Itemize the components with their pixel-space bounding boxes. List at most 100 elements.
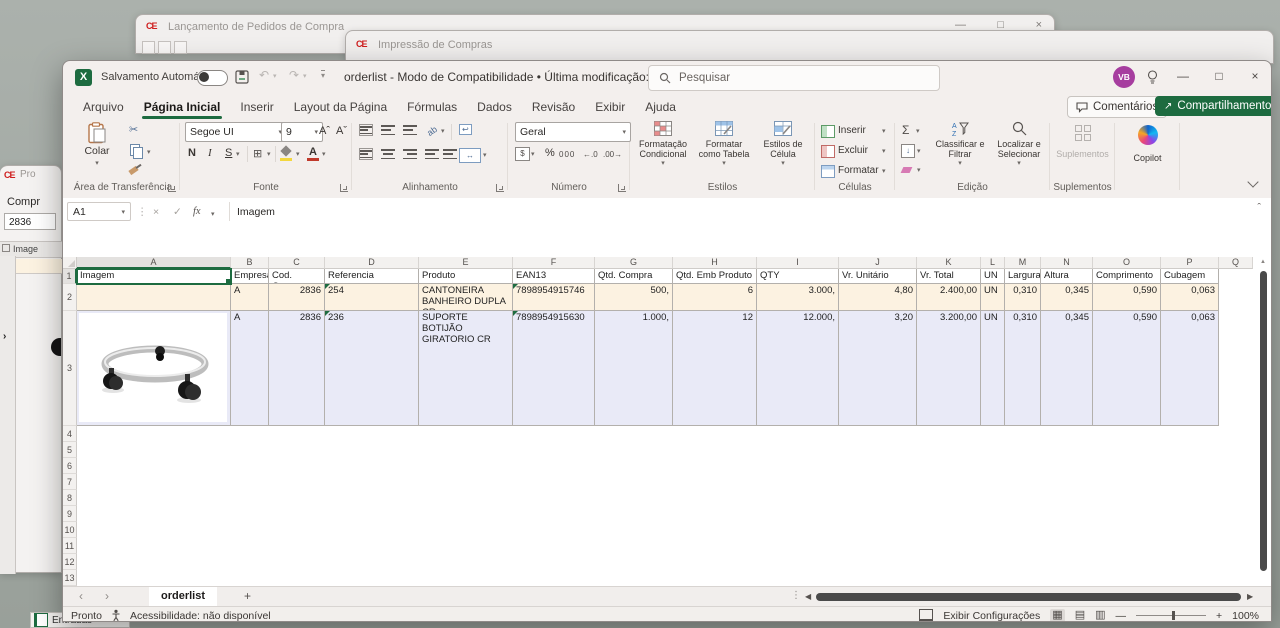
cell-C1[interactable]: Cod. Compra [269, 269, 325, 284]
cell-O1[interactable]: Comprimento [1093, 269, 1161, 284]
copy-icon[interactable] [130, 144, 140, 156]
copy-dropdown-icon[interactable]: ▾ [147, 148, 151, 156]
merge-center-icon[interactable]: ↔ [459, 148, 481, 163]
insert-button[interactable]: Inserir [838, 125, 866, 136]
autosave-toggle[interactable] [197, 70, 228, 86]
align-center-icon[interactable] [381, 148, 395, 160]
addins-button[interactable]: Suplementos [1053, 121, 1112, 179]
column-header-K[interactable]: K [917, 257, 981, 269]
cell-O2[interactable]: 0,590 [1093, 284, 1161, 311]
share-button[interactable]: ↗ Compartilhamento ▾ [1155, 96, 1272, 116]
cell-D2[interactable]: 254 [325, 284, 419, 311]
accessibility-icon[interactable] [110, 609, 122, 622]
row-header-7[interactable]: 7 [63, 474, 77, 490]
zoom-level[interactable]: 100% [1232, 610, 1259, 622]
cut-icon[interactable]: ✂ [129, 123, 138, 136]
window-produtos-partial[interactable]: CE Pro Compr 2836 Image › [0, 165, 62, 573]
product-image[interactable] [79, 313, 227, 422]
toolbar-button[interactable] [174, 41, 187, 54]
italic-button[interactable]: I [208, 147, 212, 159]
undo-icon[interactable]: ↶ [259, 68, 269, 82]
find-select-button[interactable]: Localizar e Selecionar ▾ [992, 121, 1046, 179]
qat-more-icon[interactable]: ▾ [321, 70, 325, 80]
next-sheet-icon[interactable]: › [105, 589, 109, 603]
align-left-icon[interactable] [359, 148, 373, 160]
cell-E3[interactable]: SUPORTE BOTIJÃO GIRATORIO CR [419, 311, 513, 426]
toolbar-button[interactable] [142, 41, 155, 54]
fx-icon[interactable]: fx [193, 206, 201, 217]
row-header-6[interactable]: 6 [63, 458, 77, 474]
underline-dropdown-icon[interactable]: ▾ [236, 150, 240, 158]
row-header-10[interactable]: 10 [63, 522, 77, 538]
increase-decimal-icon[interactable]: ←.0 [583, 150, 598, 159]
cell-I3[interactable]: 12.000, [757, 311, 839, 426]
clear-icon[interactable] [901, 167, 913, 173]
cell-A1[interactable]: Imagem [77, 269, 231, 284]
tab-fórmulas[interactable]: Fórmulas [397, 96, 467, 118]
row-header-5[interactable]: 5 [63, 442, 77, 458]
cell-I2[interactable]: 3.000, [757, 284, 839, 311]
fill-icon[interactable]: ↓ [901, 144, 915, 158]
fill-dropdown-icon[interactable]: ▾ [917, 147, 921, 155]
tab-arquivo[interactable]: Arquivo [73, 96, 134, 118]
row-header-11[interactable]: 11 [63, 538, 77, 554]
formula-input[interactable]: Imagem [237, 206, 275, 218]
cell-styles-button[interactable]: Estilos de Célula ▾ [755, 121, 811, 179]
cell-J2[interactable]: 4,80 [839, 284, 917, 311]
wrap-text-icon[interactable]: ↩ [459, 124, 472, 135]
cell-P2[interactable]: 0,063 [1161, 284, 1219, 311]
window-impressao-compras[interactable]: CE Impressão de Compras [345, 30, 1274, 64]
cell-I1[interactable]: QTY [757, 269, 839, 284]
merge-dropdown-icon[interactable]: ▾ [483, 151, 487, 159]
tab-inserir[interactable]: Inserir [230, 96, 283, 118]
column-header-O[interactable]: O [1093, 257, 1161, 269]
code-field[interactable]: 2836 [4, 213, 56, 230]
cell-F3[interactable]: 7898954915630 [513, 311, 595, 426]
zoom-slider[interactable] [1136, 615, 1206, 616]
cell-D3[interactable]: 236 [325, 311, 419, 426]
accessibility-status[interactable]: Acessibilidade: não disponível [130, 610, 271, 622]
column-header-I[interactable]: I [757, 257, 839, 269]
borders-icon[interactable]: ⊞ [253, 147, 262, 160]
cell-B1[interactable]: Empresa [231, 269, 269, 284]
zoom-slider-thumb[interactable] [1172, 611, 1175, 620]
enter-icon[interactable]: ✓ [173, 206, 182, 218]
collapse-ribbon-icon[interactable] [1247, 176, 1258, 187]
cell-G2[interactable]: 500, [595, 284, 673, 311]
align-middle-icon[interactable] [381, 124, 395, 136]
column-header-G[interactable]: G [595, 257, 673, 269]
cell-L1[interactable]: UN [981, 269, 1005, 284]
cell-G1[interactable]: Qtd. Compra [595, 269, 673, 284]
cell-P3[interactable]: 0,063 [1161, 311, 1219, 426]
add-sheet-icon[interactable]: + [244, 589, 251, 603]
namebox-splitter-icon[interactable]: ⋮ [137, 206, 148, 218]
row-header-2[interactable]: 2 [63, 284, 77, 311]
display-settings-button[interactable]: Exibir Configurações [943, 610, 1040, 622]
cell-M3[interactable]: 0,310 [1005, 311, 1041, 426]
number-format-select[interactable]: Geral▾ [515, 122, 631, 142]
cell-K3[interactable]: 3.200,00 [917, 311, 981, 426]
column-header-M[interactable]: M [1005, 257, 1041, 269]
increase-indent-icon[interactable] [443, 148, 457, 160]
redo-dropdown-icon[interactable]: ▾ [303, 72, 307, 80]
row-header-12[interactable]: 12 [63, 554, 77, 570]
fx-dropdown-icon[interactable]: ▾ [211, 210, 215, 218]
row-header-4[interactable]: 4 [63, 426, 77, 442]
tab-dados[interactable]: Dados [467, 96, 522, 118]
tab-ajuda[interactable]: Ajuda [635, 96, 686, 118]
cell-H1[interactable]: Qtd. Emb Produto [673, 269, 757, 284]
zoom-in-button[interactable]: + [1216, 610, 1222, 622]
splitter-dots-icon[interactable]: ⋮ [791, 590, 801, 601]
name-box[interactable]: A1▾ [67, 202, 131, 221]
undo-dropdown-icon[interactable]: ▾ [273, 72, 277, 80]
accounting-dropdown-icon[interactable]: ▾ [531, 150, 535, 158]
format-painter-icon[interactable] [128, 166, 138, 175]
paste-dropdown-icon[interactable]: ▾ [95, 159, 99, 167]
autosum-dropdown-icon[interactable]: ▾ [916, 127, 920, 135]
cell-A3[interactable] [77, 311, 231, 426]
clear-dropdown-icon[interactable]: ▾ [917, 166, 921, 174]
select-all-corner[interactable] [63, 257, 77, 269]
fill-color-dropdown-icon[interactable]: ▾ [296, 150, 300, 158]
cell-N2[interactable]: 0,345 [1041, 284, 1093, 311]
cell-C2[interactable]: 2836 [269, 284, 325, 311]
